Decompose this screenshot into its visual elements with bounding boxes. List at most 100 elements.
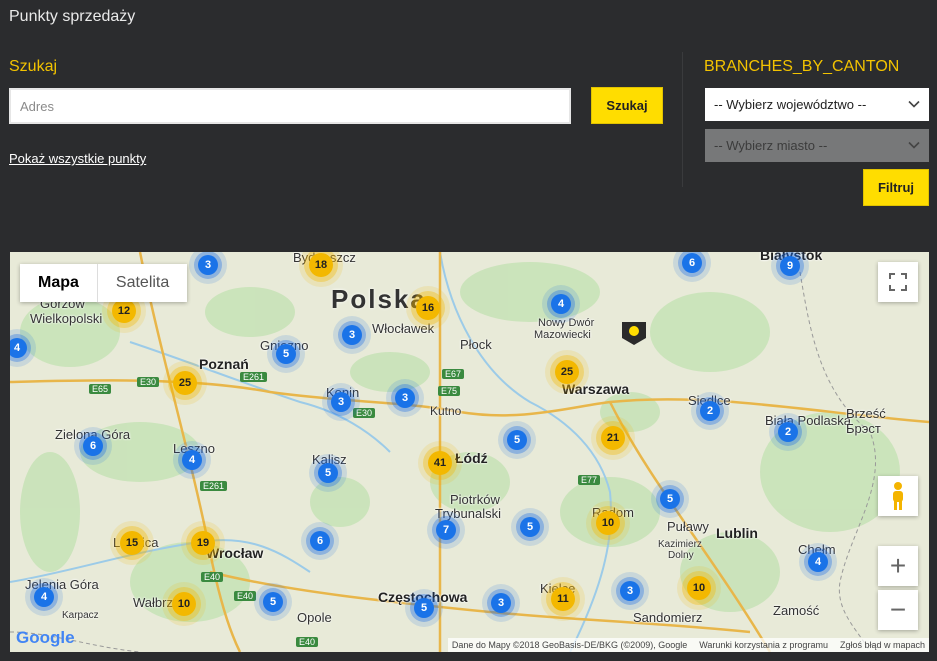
marker-cluster[interactable]: 4 xyxy=(551,294,571,314)
marker-cluster[interactable]: 9 xyxy=(780,256,800,276)
city-label: Nowy Dwór xyxy=(538,317,595,329)
pegman-icon xyxy=(893,482,903,510)
marker-cluster[interactable]: 5 xyxy=(414,598,434,618)
city-label: Kazimierz xyxy=(658,539,702,550)
branch-marker-icon[interactable] xyxy=(621,320,647,346)
road-shield: E40 xyxy=(201,572,224,582)
city-select[interactable]: -- Wybierz miasto -- xyxy=(705,129,929,162)
attribution-text: Dane do Mapy ©2018 GeoBasis-DE/BKG (©200… xyxy=(451,640,688,650)
marker-cluster[interactable]: 16 xyxy=(416,296,440,320)
google-logo: Google xyxy=(16,628,75,648)
voivodeship-select[interactable]: -- Wybierz województwo -- xyxy=(705,88,929,121)
filter-button[interactable]: Filtruj xyxy=(863,169,929,206)
city-label: Karpacz xyxy=(62,610,99,621)
marker-cluster[interactable]: 3 xyxy=(342,325,362,345)
terms-link[interactable]: Warunki korzystania z programu xyxy=(699,640,828,650)
marker-cluster[interactable]: 6 xyxy=(682,253,702,273)
city-label: Dolny xyxy=(668,550,694,561)
city-label: Mazowiecki xyxy=(534,329,591,341)
city-label: Wielkopolski xyxy=(30,311,103,326)
marker-cluster[interactable]: 25 xyxy=(173,371,197,395)
road-shield: E30 xyxy=(353,408,376,418)
city-label: Poznań xyxy=(199,356,249,372)
marker-cluster[interactable]: 5 xyxy=(263,592,283,612)
city-label: Zamość xyxy=(773,603,820,618)
zoom-in-button[interactable]: + xyxy=(878,546,918,586)
marker-cluster[interactable]: 5 xyxy=(318,463,338,483)
road-shield: E67 xyxy=(442,369,465,379)
city-label: Brześć xyxy=(846,406,886,421)
marker-cluster[interactable]: 3 xyxy=(198,255,218,275)
fullscreen-button[interactable] xyxy=(878,262,918,302)
panel-divider xyxy=(682,52,683,187)
marker-cluster[interactable]: 4 xyxy=(34,587,54,607)
marker-cluster[interactable]: 5 xyxy=(507,430,527,450)
marker-cluster[interactable]: 6 xyxy=(83,436,103,456)
marker-cluster[interactable]: 2 xyxy=(700,401,720,421)
city-label: Opole xyxy=(297,610,332,625)
road-shield: E77 xyxy=(578,475,601,485)
city-label: Łódź xyxy=(455,450,488,466)
marker-cluster[interactable]: 10 xyxy=(687,576,711,600)
marker-cluster[interactable]: 19 xyxy=(191,531,215,555)
city-label: Włocławek xyxy=(372,321,435,336)
road-shield: E75 xyxy=(438,386,461,396)
marker-cluster[interactable]: 5 xyxy=(660,489,680,509)
city-select-value: -- Wybierz miasto -- xyxy=(714,138,828,153)
city-label: Piotrków xyxy=(450,492,500,507)
marker-cluster[interactable]: 3 xyxy=(395,388,415,408)
marker-cluster[interactable]: 11 xyxy=(551,587,575,611)
marker-cluster[interactable]: 12 xyxy=(112,299,136,323)
marker-cluster[interactable]: 10 xyxy=(596,511,620,535)
marker-cluster[interactable]: 21 xyxy=(601,426,625,450)
marker-cluster[interactable]: 15 xyxy=(120,531,144,555)
marker-cluster[interactable]: 5 xyxy=(520,517,540,537)
branches-label: BRANCHES_BY_CANTON xyxy=(704,58,900,75)
chevron-down-icon xyxy=(908,100,920,108)
fullscreen-icon xyxy=(889,273,907,291)
map-type-satellite-button[interactable]: Satelita xyxy=(96,264,187,302)
show-all-points-link[interactable]: Pokaż wszystkie punkty xyxy=(9,151,146,166)
chevron-down-icon xyxy=(908,141,920,149)
marker-cluster[interactable]: 4 xyxy=(182,450,202,470)
marker-cluster[interactable]: 3 xyxy=(620,581,640,601)
road-shield: E40 xyxy=(234,591,257,601)
marker-cluster[interactable]: 5 xyxy=(276,344,296,364)
city-label: Płock xyxy=(460,337,492,352)
zoom-out-button[interactable]: − xyxy=(878,590,918,630)
road-shield: E40 xyxy=(296,637,319,647)
city-label: Брэст xyxy=(846,421,881,436)
marker-cluster[interactable]: 2 xyxy=(778,422,798,442)
marker-cluster[interactable]: 41 xyxy=(428,451,452,475)
city-label: Lublin xyxy=(716,525,758,541)
city-label: Warszawa xyxy=(562,381,630,397)
marker-cluster[interactable]: 10 xyxy=(172,592,196,616)
marker-cluster[interactable]: 18 xyxy=(309,253,333,277)
marker-cluster[interactable]: 6 xyxy=(310,531,330,551)
marker-cluster[interactable]: 3 xyxy=(491,593,511,613)
map-type-control: Mapa Satelita xyxy=(20,264,188,302)
city-label: Sandomierz xyxy=(633,610,703,625)
city-label: Biała Podlaska xyxy=(765,413,851,428)
marker-cluster[interactable]: 25 xyxy=(555,360,579,384)
street-view-button[interactable] xyxy=(878,476,918,516)
marker-cluster[interactable]: 7 xyxy=(436,520,456,540)
report-error-link[interactable]: Zgłoś błąd w mapach xyxy=(840,640,925,650)
search-button[interactable]: Szukaj xyxy=(591,87,663,124)
road-shield: E30 xyxy=(137,377,160,387)
country-label: Polska xyxy=(331,284,427,314)
map-type-map-button[interactable]: Mapa xyxy=(20,264,97,302)
marker-cluster[interactable]: 4 xyxy=(808,552,828,572)
road-shield: E65 xyxy=(89,384,112,394)
google-logo-text: Google xyxy=(16,628,75,647)
map[interactable]: Polska Bydgoszcz Gorzów Wielkopolski Poz… xyxy=(10,252,929,652)
city-label: Trybunalski xyxy=(435,506,501,521)
page-title: Punkty sprzedaży xyxy=(9,8,136,25)
address-search-input[interactable] xyxy=(9,88,571,124)
city-label: Puławy xyxy=(667,519,709,534)
city-label: Kutno xyxy=(430,404,462,418)
map-attribution: Dane do Mapy ©2018 GeoBasis-DE/BKG (©200… xyxy=(447,638,929,652)
road-shield: E261 xyxy=(200,481,228,491)
road-shield: E261 xyxy=(240,372,268,382)
marker-cluster[interactable]: 3 xyxy=(331,392,351,412)
